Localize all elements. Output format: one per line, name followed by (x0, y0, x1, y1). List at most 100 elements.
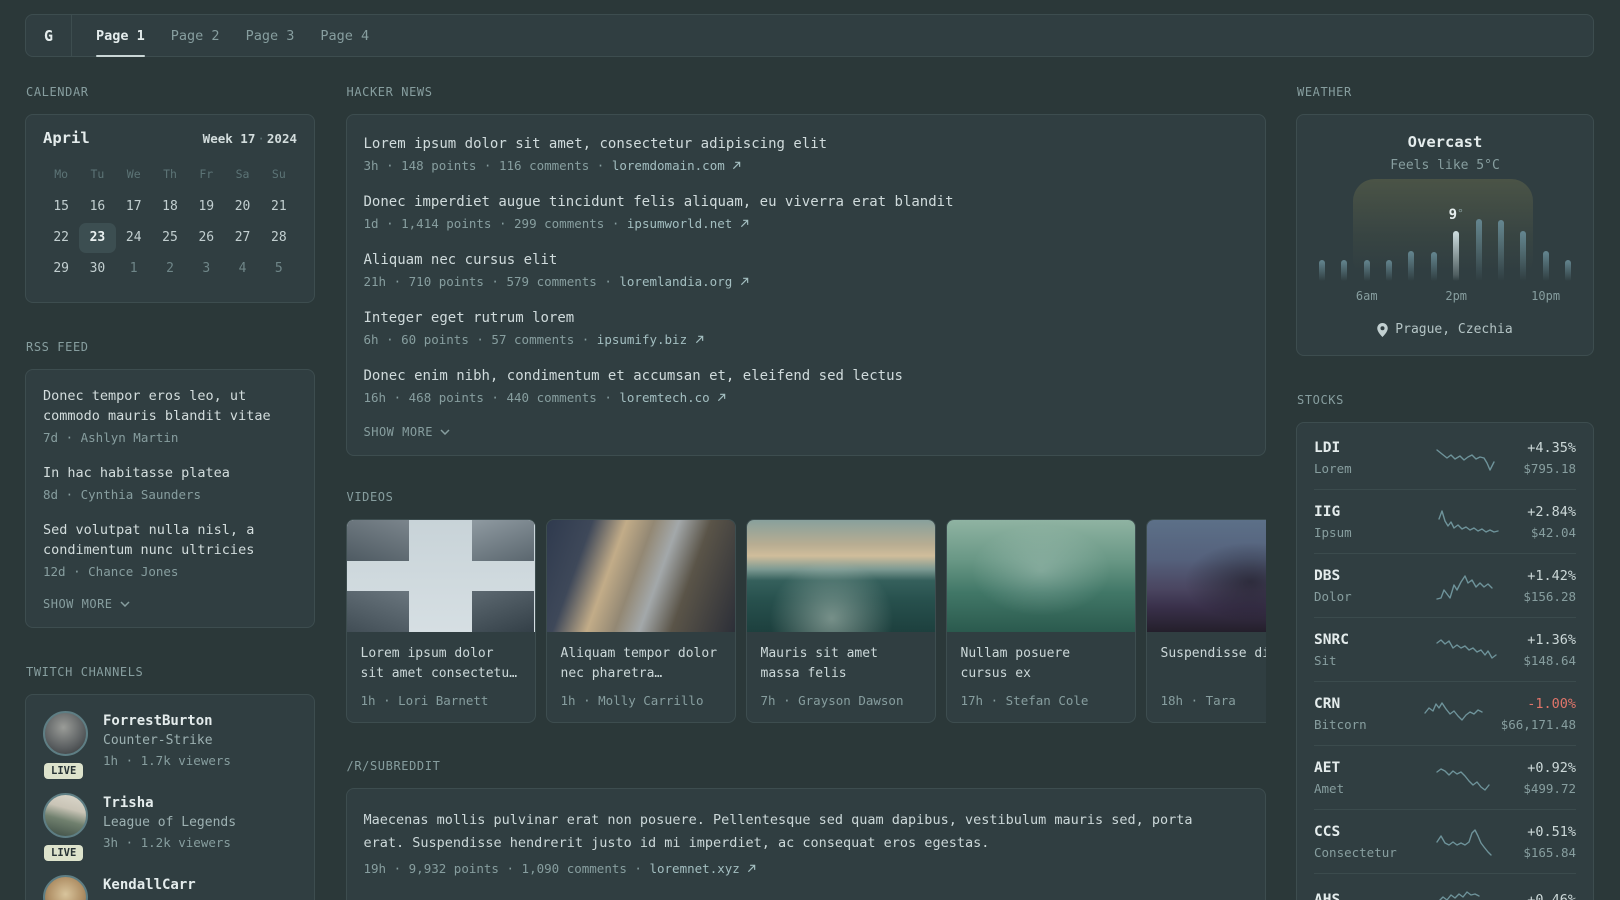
twitch-channel[interactable]: KendallCarr (43, 875, 297, 900)
news-domain-link[interactable]: ipsumify.biz (597, 332, 687, 347)
tab-page-1[interactable]: Page 1 (96, 15, 145, 57)
twitch-widget: TWITCH CHANNELS LIVE ForrestBurton Count… (25, 665, 315, 900)
rss-item-title[interactable]: In hac habitasse platea (43, 463, 297, 483)
news-title[interactable]: Lorem ipsum dolor sit amet, consectetur … (364, 135, 1248, 153)
subreddit-widget: /R/SUBREDDIT Maecenas mollis pulvinar er… (345, 759, 1266, 900)
stock-row[interactable]: SNRC Sit +1.36% $148.64 (1314, 617, 1576, 681)
video-thumbnail (546, 520, 735, 632)
twitch-channel[interactable]: LIVE ForrestBurton Counter-Strike 1h · 1… (43, 711, 297, 779)
chevron-down-icon (120, 601, 130, 607)
videos-carousel[interactable]: Lorem ipsum dolor sit amet consectetu… 1… (345, 519, 1266, 723)
news-domain-link[interactable]: ipsumworld.net (627, 216, 732, 231)
video-title: Suspendisse diam (1160, 646, 1266, 661)
video-card[interactable]: Nullam posuere cursus ex 17h · Stefan Co… (945, 519, 1136, 723)
weekday-header: We (126, 167, 141, 181)
stock-price: $165.84 (1523, 845, 1576, 860)
stock-change: +4.35% (1527, 440, 1576, 456)
channel-name[interactable]: KendallCarr (103, 875, 196, 895)
sparkline-chart (1435, 638, 1497, 659)
tab-page-3[interactable]: Page 3 (246, 15, 295, 56)
video-card[interactable]: Aliquam tempor dolor nec pharetra… 1h · … (545, 519, 736, 723)
external-link-icon (695, 335, 703, 344)
calendar-day: 21 (271, 199, 287, 214)
news-domain-link[interactable]: loremlandia.org (619, 274, 732, 289)
video-card[interactable]: Lorem ipsum dolor sit amet consectetu… 1… (345, 519, 536, 723)
stock-symbol: SNRC (1314, 632, 1349, 648)
news-title[interactable]: Integer eget rutrum lorem (364, 309, 1248, 327)
rss-item-title[interactable]: Sed volutpat nulla nisl, a condimentum n… (43, 520, 297, 560)
news-meta: 3h · 148 points · 116 comments · loremdo… (364, 158, 1248, 173)
video-title: Mauris sit amet massa felis (760, 646, 878, 681)
channel-game: League of Legends (103, 815, 237, 830)
stock-symbol: CRN (1314, 696, 1341, 712)
stock-change: +0.51% (1527, 824, 1576, 840)
stock-symbol: LDI (1314, 440, 1341, 456)
channel-name[interactable]: Trisha (103, 793, 236, 813)
news-title[interactable]: Donec imperdiet augue tincidunt felis al… (364, 193, 1248, 211)
tab-page-4[interactable]: Page 4 (320, 15, 369, 56)
rss-item-meta: 8d · Cynthia Saunders (43, 487, 202, 502)
stock-row[interactable]: DBS Dolor +1.42% $156.28 (1314, 553, 1576, 617)
stock-symbol: AET (1314, 760, 1341, 776)
twitch-channel[interactable]: LIVE Trisha League of Legends 3h · 1.2k … (43, 793, 297, 861)
live-badge: LIVE (44, 845, 84, 861)
video-meta: 17h · Stefan Cole (960, 693, 1089, 708)
videos-widget: VIDEOS Lorem ipsum dolor sit amet consec… (345, 490, 1266, 723)
news-item: Donec enim nibh, condimentum et accumsan… (364, 367, 1248, 405)
chevron-down-icon (440, 429, 450, 435)
rss-item-meta: 7d · Ashlyn Martin (43, 430, 179, 445)
stock-row[interactable]: AHS +0.46% (1314, 873, 1576, 900)
video-card[interactable]: Mauris sit amet massa felis 7h · Grayson… (745, 519, 936, 723)
calendar-day: 22 (53, 230, 69, 245)
current-temperature: 9° (1448, 207, 1464, 223)
video-thumbnail (346, 520, 535, 632)
stock-row[interactable]: IIG Ipsum +2.84% $42.04 (1314, 489, 1576, 553)
hacker-news-card: Lorem ipsum dolor sit amet, consectetur … (345, 114, 1266, 456)
stock-price: $795.18 (1523, 461, 1576, 476)
news-item: Aliquam nec cursus elit 21h · 710 points… (364, 251, 1248, 289)
rss-item: In hac habitasse platea 8d · Cynthia Sau… (43, 463, 297, 502)
calendar-day: 16 (89, 199, 106, 214)
stock-name: Ipsum (1314, 525, 1352, 540)
weather-card: Overcast Feels like 5°C 9° 6am 2pm 10pm … (1296, 114, 1594, 356)
calendar-day-selected: 23 (79, 223, 116, 253)
stock-row[interactable]: AET Amet +0.92% $499.72 (1314, 745, 1576, 809)
stock-row[interactable]: LDI Lorem +4.35% $795.18 (1314, 426, 1576, 489)
stock-row[interactable]: CCS Consectetur +0.51% $165.84 (1314, 809, 1576, 873)
video-title: Lorem ipsum dolor sit amet consectetu… (360, 646, 518, 681)
hn-show-more-button[interactable]: SHOW MORE (364, 425, 1248, 439)
live-badge: LIVE (44, 763, 84, 779)
page: G Page 1 Page 2 Page 3 Page 4 CALENDAR A… (0, 0, 1620, 900)
post-domain-link[interactable]: loremnet.xyz (649, 861, 739, 876)
stock-symbol: IIG (1314, 504, 1341, 520)
stocks-widget: STOCKS LDI Lorem +4.35% $795.18 IIG Ipsu… (1296, 393, 1594, 900)
calendar-day: 25 (162, 230, 178, 245)
sparkline-chart (1435, 574, 1493, 600)
subreddit-label: /R/SUBREDDIT (346, 759, 441, 773)
calendar-widget: CALENDAR April Week 17 · 2024 Mo Tu We Th … (25, 85, 315, 303)
twitch-label: TWITCH CHANNELS (26, 665, 144, 679)
news-domain-link[interactable]: loremdomain.com (612, 158, 725, 173)
rss-item-title[interactable]: Donec tempor eros leo, ut commodo mauris… (43, 386, 297, 426)
calendar-day-outside: 5 (274, 261, 283, 276)
location-pin-icon (1377, 322, 1389, 337)
stock-row[interactable]: CRN Bitcorn -1.00% $66,171.48 (1314, 681, 1576, 745)
news-title[interactable]: Donec enim nibh, condimentum et accumsan… (364, 367, 1248, 385)
post-title[interactable]: Maecenas mollis pulvinar erat non posuer… (364, 809, 1194, 855)
weather-label: WEATHER (1297, 85, 1352, 99)
video-title: Nullam posuere cursus ex (960, 646, 1071, 681)
video-card[interactable]: Suspendisse diam 18h · Tara (1145, 519, 1266, 723)
app-logo[interactable]: G (26, 15, 72, 56)
news-domain-link[interactable]: loremtech.co (619, 390, 709, 405)
reddit-post: Maecenas mollis pulvinar erat non posuer… (364, 809, 1248, 876)
tab-page-2[interactable]: Page 2 (171, 15, 220, 56)
channel-name[interactable]: ForrestBurton (103, 711, 231, 731)
weather-bar (1542, 251, 1549, 281)
weather-bar (1564, 260, 1571, 281)
subreddit-card: Maecenas mollis pulvinar erat non posuer… (345, 788, 1266, 900)
news-title[interactable]: Aliquam nec cursus elit (364, 251, 1248, 269)
channel-game: Counter-Strike (103, 733, 213, 748)
rss-show-more-button[interactable]: SHOW MORE (43, 597, 297, 611)
calendar-month: April (43, 129, 90, 147)
rss-label: RSS FEED (26, 340, 89, 354)
